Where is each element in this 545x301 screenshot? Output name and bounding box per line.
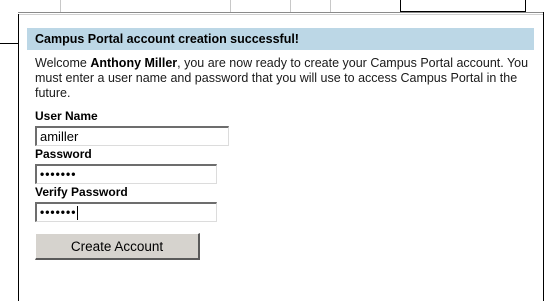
frame-top-line — [18, 12, 543, 13]
callout-pointer-vertical — [18, 14, 19, 44]
frame-divider — [290, 0, 291, 12]
username-field[interactable] — [35, 126, 229, 146]
welcome-user-name: Anthony Miller — [90, 56, 178, 70]
frame-right-border — [543, 12, 544, 301]
welcome-prefix: Welcome — [35, 56, 91, 70]
create-account-button[interactable]: Create Account — [35, 233, 200, 260]
outer-frame-edge — [400, 0, 526, 12]
account-creation-panel: Campus Portal account creation successfu… — [27, 28, 534, 260]
username-label: User Name — [35, 109, 98, 123]
verify-password-masked-value: ••••••• — [40, 205, 77, 219]
frame-left-border — [18, 44, 19, 301]
verify-password-label: Verify Password — [35, 185, 128, 199]
frame-divider — [330, 0, 331, 12]
frame-divider — [60, 0, 61, 12]
verify-password-field[interactable]: ••••••• — [35, 202, 217, 222]
frame-top-line-light — [18, 14, 543, 15]
success-banner-title: Campus Portal account creation successfu… — [35, 32, 299, 46]
text-caret — [77, 205, 79, 220]
password-label: Password — [35, 147, 92, 161]
password-field[interactable]: ••••••• — [35, 164, 217, 184]
callout-pointer — [0, 43, 18, 44]
success-banner: Campus Portal account creation successfu… — [27, 28, 534, 50]
welcome-message: Welcome Anthony Miller, you are now read… — [35, 56, 530, 101]
frame-divider — [230, 0, 231, 12]
password-masked-value: ••••••• — [40, 167, 77, 181]
